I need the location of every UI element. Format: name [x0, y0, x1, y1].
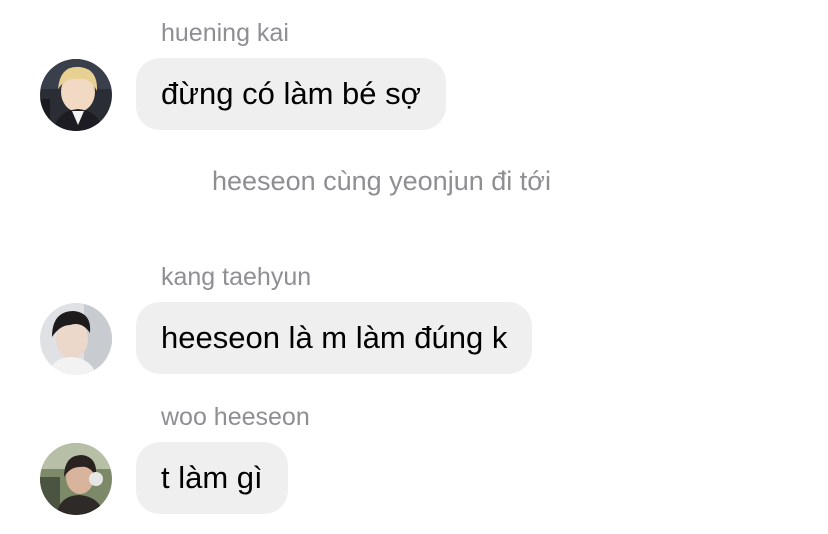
message-bubble[interactable]: t làm gì	[136, 442, 288, 514]
sender-name: woo heeseon	[161, 403, 310, 431]
sender-name: kang taehyun	[161, 263, 312, 291]
profile-photo-outdoor-headphones-icon	[40, 443, 112, 515]
avatar[interactable]	[40, 303, 112, 375]
profile-photo-dark-hair-icon	[40, 303, 112, 375]
profile-photo-blond-hair-suit-icon	[40, 59, 112, 131]
sender-name: huening kai	[161, 19, 289, 47]
message-bubble[interactable]: heeseon là m làm đúng k	[136, 302, 533, 374]
avatar[interactable]	[40, 443, 112, 515]
system-event-text: heeseon cùng yeonjun đi tới	[212, 166, 551, 196]
message-bubble[interactable]: đừng có làm bé sợ	[136, 58, 446, 130]
avatar[interactable]	[40, 59, 112, 131]
